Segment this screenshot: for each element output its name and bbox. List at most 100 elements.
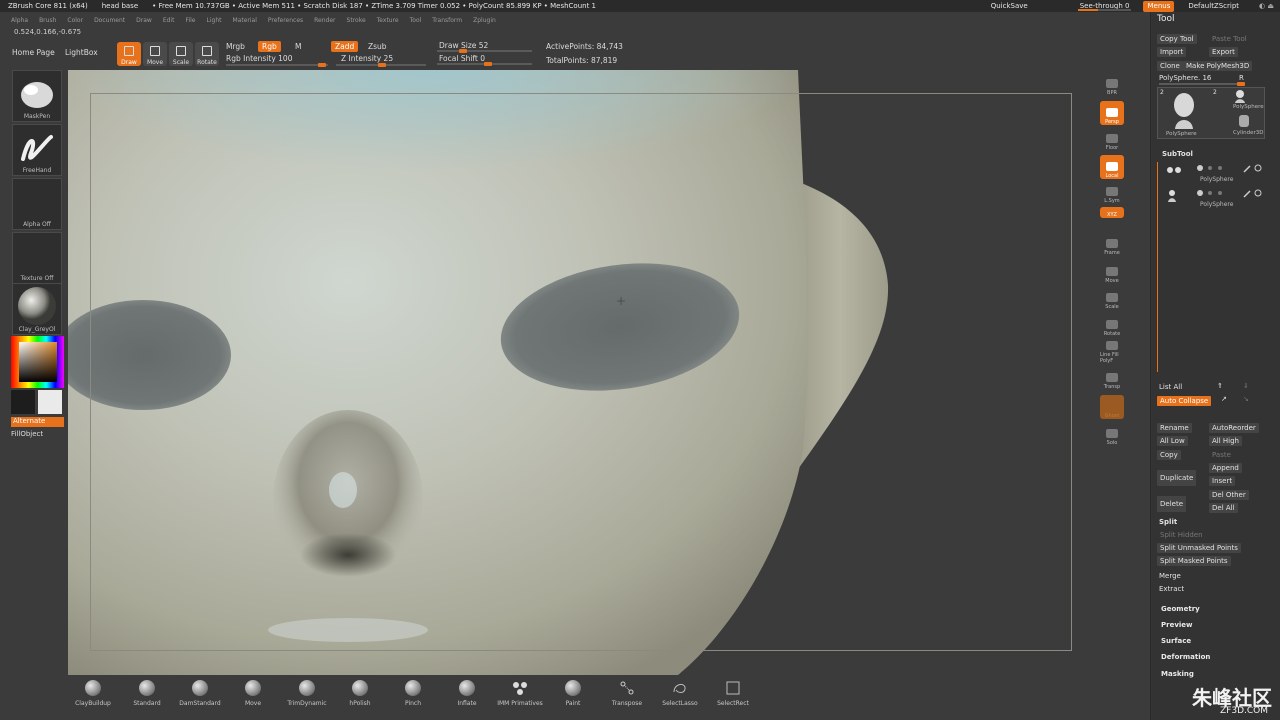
brush-trimdynamic[interactable]: TrimDynamic: [282, 680, 332, 707]
solo-button[interactable]: Solo: [1100, 422, 1124, 446]
brush-standard[interactable]: Standard: [122, 680, 172, 707]
brush-hpolish[interactable]: hPolish: [335, 680, 385, 707]
menu-brush[interactable]: Brush: [39, 17, 56, 24]
masking-section[interactable]: Masking: [1161, 670, 1194, 678]
split-header[interactable]: Split: [1159, 518, 1177, 526]
secondary-color-swatch[interactable]: [38, 390, 62, 414]
brush-inflate[interactable]: Inflate: [442, 680, 492, 707]
menu-light[interactable]: Light: [207, 17, 222, 24]
insert-button[interactable]: Insert: [1209, 476, 1236, 486]
frame-button[interactable]: Frame: [1100, 232, 1124, 256]
scale-view-button[interactable]: Scale: [1100, 286, 1124, 310]
deformation-section[interactable]: Deformation: [1161, 653, 1210, 661]
move-down-arrow-icon[interactable]: ⇓: [1243, 382, 1249, 390]
local-button[interactable]: Local: [1100, 155, 1124, 179]
menus-button[interactable]: Menus: [1143, 0, 1175, 12]
menu-draw[interactable]: Draw: [136, 17, 152, 24]
subtool-row[interactable]: PolySphere: [1162, 187, 1266, 211]
paste-tool-button[interactable]: Paste Tool: [1209, 34, 1250, 44]
merge-header[interactable]: Merge: [1159, 572, 1181, 580]
split-hidden-button[interactable]: Split Hidden: [1157, 530, 1206, 540]
alpha-thumbnail[interactable]: Alpha Off: [12, 178, 62, 230]
window-controls[interactable]: ◐ ⏏: [1253, 0, 1280, 12]
mrgb-button[interactable]: Mrgb: [226, 42, 245, 51]
menu-edit[interactable]: Edit: [163, 17, 175, 24]
rotate-mode-button[interactable]: Rotate: [195, 42, 219, 66]
subtool-row[interactable]: PolySphere: [1162, 162, 1266, 186]
menu-preferences[interactable]: Preferences: [268, 17, 303, 24]
z-intensity-track[interactable]: [336, 63, 426, 67]
del-all-button[interactable]: Del All: [1209, 503, 1238, 513]
alternate-button[interactable]: Alternate: [11, 417, 64, 427]
menu-stroke[interactable]: Stroke: [347, 17, 366, 24]
tool-thumb-3[interactable]: Cylinder3D: [1213, 113, 1264, 139]
menu-document[interactable]: Document: [94, 17, 125, 24]
quicksave-button[interactable]: QuickSave: [985, 0, 1034, 12]
duplicate-button[interactable]: Duplicate: [1157, 470, 1197, 486]
z-intensity-slider[interactable]: Z Intensity 25: [341, 54, 393, 63]
rgb-intensity-slider[interactable]: Rgb Intensity 100: [226, 54, 292, 63]
lsym-button[interactable]: L.Sym: [1100, 180, 1124, 204]
copy-tool-button[interactable]: Copy Tool: [1157, 34, 1197, 44]
del-other-button[interactable]: Del Other: [1209, 490, 1249, 500]
menu-zplugin[interactable]: Zplugin: [473, 17, 496, 24]
arrow-down-icon[interactable]: ↘: [1243, 395, 1249, 403]
menu-file[interactable]: File: [185, 17, 195, 24]
persp-button[interactable]: Persp: [1100, 101, 1124, 125]
all-high-button[interactable]: All High: [1209, 436, 1242, 446]
clone-button[interactable]: Clone: [1157, 61, 1183, 71]
tool-slider-knob[interactable]: [1237, 82, 1245, 86]
home-page-button[interactable]: Home Page: [12, 48, 55, 57]
brush-selectlasso[interactable]: SelectLasso: [655, 680, 705, 707]
menu-transform[interactable]: Transform: [432, 17, 462, 24]
paste-subtool-button[interactable]: Paste: [1209, 450, 1234, 460]
import-button[interactable]: Import: [1157, 47, 1187, 57]
brush-pinch[interactable]: Pinch: [388, 680, 438, 707]
brush-paint[interactable]: Paint: [548, 680, 598, 707]
move-view-button[interactable]: Move: [1100, 260, 1124, 284]
scale-mode-button[interactable]: Scale: [169, 42, 193, 66]
tool-thumb-1[interactable]: 2 PolySphere: [1160, 89, 1208, 139]
focal-shift-slider[interactable]: Focal Shift 0: [439, 54, 485, 63]
brush-move[interactable]: Move: [228, 680, 278, 707]
color-picker-square[interactable]: [19, 342, 57, 382]
move-mode-button[interactable]: Move: [143, 42, 167, 66]
brush-claybuildup[interactable]: ClayBuildup: [68, 680, 118, 707]
tool-thumb-2[interactable]: 2 PolySphere: [1213, 89, 1264, 111]
brush-imm-primatives[interactable]: IMM Primatives: [495, 680, 545, 707]
surface-section[interactable]: Surface: [1161, 637, 1191, 645]
rotate-view-button[interactable]: Rotate: [1100, 313, 1124, 337]
lightbox-button[interactable]: LightBox: [65, 48, 98, 57]
focal-shift-knob[interactable]: [484, 62, 492, 66]
default-zscript-button[interactable]: DefaultZScript: [1182, 0, 1245, 12]
transp-button[interactable]: Transp: [1100, 366, 1124, 390]
current-tool-label[interactable]: PolySphere. 16: [1159, 74, 1211, 82]
floor-button[interactable]: Floor: [1100, 127, 1124, 151]
list-all-button[interactable]: List All: [1159, 383, 1182, 391]
stroke-thumbnail[interactable]: FreeHand: [12, 124, 62, 176]
zadd-button[interactable]: Zadd: [331, 41, 359, 52]
move-up-arrow-icon[interactable]: ⇑: [1217, 382, 1223, 390]
main-color-swatch[interactable]: [11, 390, 35, 414]
export-button[interactable]: Export: [1209, 47, 1238, 57]
menu-color[interactable]: Color: [67, 17, 83, 24]
menu-render[interactable]: Render: [314, 17, 335, 24]
delete-button[interactable]: Delete: [1157, 496, 1186, 512]
polyf-button[interactable]: Line Fill PolyF: [1100, 340, 1124, 364]
menu-tool[interactable]: Tool: [410, 17, 422, 24]
r-button[interactable]: R: [1239, 74, 1244, 82]
z-intensity-knob[interactable]: [378, 63, 386, 67]
draw-size-track[interactable]: [437, 49, 532, 53]
split-masked-button[interactable]: Split Masked Points: [1157, 556, 1231, 566]
autoreorder-button[interactable]: AutoReorder: [1209, 423, 1259, 433]
head-sculpt-mesh[interactable]: [68, 70, 1098, 675]
brush-transpose[interactable]: Transpose: [602, 680, 652, 707]
draw-size-knob[interactable]: [459, 49, 467, 53]
menu-texture[interactable]: Texture: [377, 17, 399, 24]
fill-object-button[interactable]: FillObject: [11, 430, 43, 438]
arrow-up-icon[interactable]: ↗: [1221, 395, 1227, 403]
see-through-slider[interactable]: See-through 0: [1066, 0, 1136, 12]
preview-section[interactable]: Preview: [1161, 621, 1193, 629]
xyz-button[interactable]: XYZ: [1100, 207, 1124, 218]
brush-selectrect[interactable]: SelectRect: [708, 680, 758, 707]
